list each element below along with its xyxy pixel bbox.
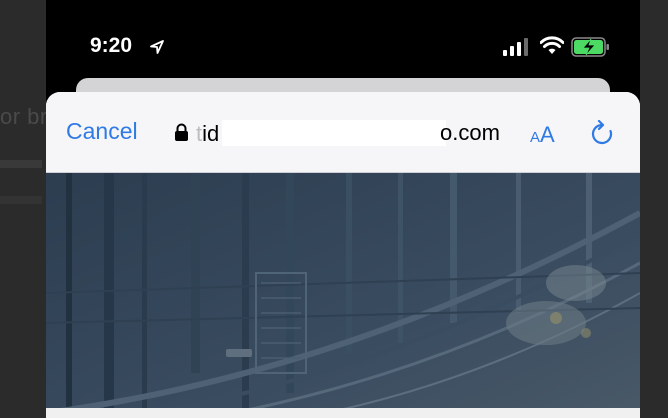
background-page-text: or br xyxy=(0,104,48,129)
text-size-button[interactable]: AA xyxy=(530,122,555,148)
url-prefix-text: id xyxy=(202,121,220,146)
browser-nav-bar: Cancel tid o.com AA xyxy=(46,92,640,173)
phone-screen: 9:20 Cancel tid o.com AA xyxy=(46,0,640,418)
background-divider xyxy=(0,196,42,204)
browser-sheet: Cancel tid o.com AA xyxy=(46,92,640,418)
cancel-button[interactable]: Cancel xyxy=(66,118,138,145)
url-prefix[interactable]: tid xyxy=(196,121,219,147)
status-bar: 9:20 xyxy=(46,0,640,78)
status-time: 9:20 xyxy=(90,34,133,57)
location-arrow-icon xyxy=(150,40,164,54)
hero-image-graphic xyxy=(46,173,640,418)
background-page-right xyxy=(640,0,668,418)
reload-icon[interactable] xyxy=(590,120,614,146)
background-divider xyxy=(0,160,42,168)
page-content-edge xyxy=(46,408,640,418)
text-size-large-a: A xyxy=(540,122,555,147)
url-suffix[interactable]: o.com xyxy=(440,120,500,146)
signal-bars-icon xyxy=(503,38,528,56)
lock-icon xyxy=(175,123,188,141)
background-page-left xyxy=(0,0,46,418)
url-redaction xyxy=(222,120,446,146)
hero-image xyxy=(46,173,640,418)
battery-charging-icon xyxy=(571,37,609,57)
wifi-icon xyxy=(540,36,564,54)
text-size-small-a: A xyxy=(530,129,541,146)
